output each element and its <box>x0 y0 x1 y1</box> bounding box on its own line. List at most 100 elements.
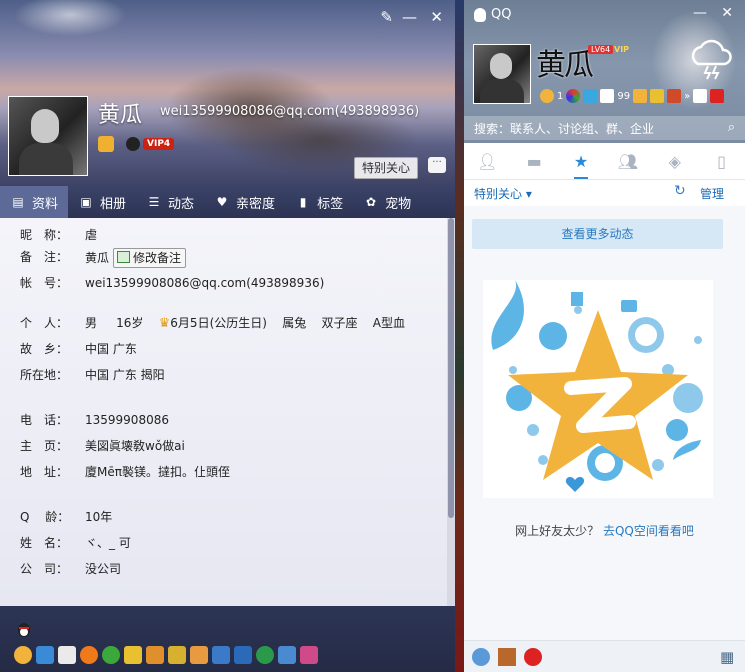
blocks-icon[interactable] <box>300 646 318 664</box>
wallet-icon[interactable] <box>650 89 665 103</box>
refresh-icon[interactable]: ↻ <box>674 183 686 199</box>
field-label: 所在地： <box>20 368 69 382</box>
qq-close-button[interactable]: ✕ <box>721 5 733 21</box>
star-sign: 双子座 <box>321 316 358 330</box>
game-char-icon[interactable] <box>146 646 164 664</box>
mailbox-icon[interactable] <box>710 89 725 103</box>
field-label: 姓 名： <box>20 536 69 550</box>
message-icon: ▬ <box>526 151 542 171</box>
field-label: 故 乡： <box>20 342 69 356</box>
contacts-manager-icon[interactable] <box>472 648 490 666</box>
clover-icon[interactable] <box>102 646 120 664</box>
group-icon: 👥︎ <box>617 151 639 171</box>
book-icon[interactable] <box>124 646 142 664</box>
profile-info: 昵 称： 虐 备 注： 黄瓜 修改备注 帐 号： wei13599908086@qq.c… <box>0 218 447 606</box>
tab-intimacy[interactable]: ♥ 亲密度 <box>204 186 285 218</box>
age: 16岁 <box>116 316 144 330</box>
tab-apps[interactable]: ◈ <box>651 143 698 179</box>
qq-minimize-button[interactable]: — <box>693 5 707 21</box>
minimize-button[interactable]: — <box>402 8 417 26</box>
star-icon[interactable] <box>14 646 32 664</box>
tab-pet[interactable]: ✿ 宠物 <box>353 186 421 218</box>
tab-messages[interactable]: ▬ <box>511 143 558 179</box>
profile-nickname: 黄瓜 <box>98 103 143 128</box>
field-value: 廈Mēπ褧镁。撻扣。仩頭侄 <box>85 465 230 479</box>
phone-icon[interactable] <box>212 646 230 664</box>
vip-tag[interactable]: VIP <box>614 45 629 54</box>
skin-brush-icon[interactable]: ✎ <box>380 8 393 26</box>
drive-icon[interactable] <box>583 89 598 103</box>
book-icon[interactable] <box>498 648 516 666</box>
contacts-icon[interactable] <box>278 646 296 664</box>
special-care-button[interactable]: 特别关心 <box>354 157 418 179</box>
qq-logo: QQ <box>474 7 511 22</box>
main-menu-grid-icon[interactable]: ▦ <box>720 648 738 666</box>
field-label: 电 话： <box>20 413 69 427</box>
shirt-icon[interactable] <box>693 89 708 103</box>
tab-qzone[interactable]: ★ <box>558 143 605 179</box>
tab-phone[interactable]: ▯ <box>698 143 745 179</box>
manage-link[interactable]: 管理 <box>700 185 724 202</box>
star-icon[interactable] <box>540 89 554 103</box>
info-scrollbar[interactable] <box>447 218 455 606</box>
tab-label: 标签 <box>317 196 344 212</box>
mail-icon[interactable] <box>58 646 76 664</box>
close-button[interactable]: ✕ <box>430 8 443 26</box>
expand-chevron-icon[interactable]: » <box>684 91 690 102</box>
qq-header: QQ — ✕ 黄瓜 LV64 VIP 1 99 » 搜索：联系人、讨论组、群、企… <box>464 0 745 143</box>
globe-icon[interactable] <box>256 646 274 664</box>
field-label: Q 龄： <box>20 510 70 524</box>
chat-bubble-icon[interactable]: ··· <box>428 157 446 173</box>
qq-nickname-art[interactable]: 黄瓜 <box>536 40 594 84</box>
avatar[interactable] <box>8 96 88 176</box>
field-value[interactable]: wei13599908086@qq.com(493898936) <box>85 274 324 292</box>
cart-icon[interactable] <box>633 89 648 103</box>
profile-email: wei13599908086@qq.com(493898936) <box>160 104 420 119</box>
profile-header: ✎ — ✕ 黄瓜 wei13599908086@qq.com(493898936… <box>0 0 455 186</box>
edit-remark-label: 修改备注 <box>133 251 182 265</box>
more-feeds-button[interactable]: 查看更多动态 <box>472 219 723 249</box>
vip-badge[interactable]: VIP4 <box>126 137 175 151</box>
search-input[interactable]: 搜索：联系人、讨论组、群、企业 <box>474 120 654 137</box>
face-icon[interactable] <box>190 646 208 664</box>
pet-game-icon[interactable] <box>168 646 186 664</box>
special-care-dropdown[interactable]: 特别关心 ▾ <box>474 185 532 202</box>
tab-tags[interactable]: ▮ 标签 <box>285 186 353 218</box>
field-value: 10年 <box>85 510 113 524</box>
tab-album[interactable]: ▣ 相册 <box>68 186 136 218</box>
qq-avatar[interactable] <box>473 44 531 104</box>
tab-label: 动态 <box>168 196 195 212</box>
empty-feed-message: 网上好友太少？ 去QQ空间看看吧 <box>464 522 745 539</box>
weather-cloud-icon[interactable] <box>686 36 736 80</box>
qzone-link[interactable]: 去QQ空间看看吧 <box>603 524 694 538</box>
game-icon[interactable] <box>667 89 682 103</box>
dropdown-label: 特别关心 <box>474 187 523 201</box>
level-tag[interactable]: LV64 <box>588 45 614 54</box>
special-care-bar: 特别关心 ▾ ↻ 管理 <box>464 180 745 206</box>
field-label: 备 注： <box>20 250 69 264</box>
person-icon: 👤︎ <box>477 151 498 171</box>
qq-search-bar[interactable]: 搜索：联系人、讨论组、群、企业 ⌕ <box>464 116 745 140</box>
qzone-house-icon[interactable] <box>98 136 114 152</box>
pet-icon: ✿ <box>366 194 377 209</box>
profile-window: ✎ — ✕ 黄瓜 wei13599908086@qq.com(493898936… <box>0 0 455 672</box>
tab-groups[interactable]: 👥︎ <box>604 143 651 179</box>
edit-remark-button[interactable]: 修改备注 <box>113 248 187 268</box>
tab-profile[interactable]: ▤ 资料 <box>0 186 69 218</box>
camera-icon[interactable] <box>36 646 54 664</box>
scrollbar-thumb[interactable] <box>448 218 454 518</box>
heart-icon: ♥ <box>216 194 228 209</box>
basket-icon[interactable] <box>234 646 252 664</box>
mail-icon[interactable] <box>600 89 615 103</box>
tab-feed[interactable]: ☰ 动态 <box>136 186 204 218</box>
search-icon[interactable]: ⌕ <box>728 120 735 135</box>
music-icon[interactable] <box>80 646 98 664</box>
colorwheel-icon[interactable] <box>566 89 581 103</box>
tab-contacts[interactable]: 👤︎ <box>464 143 511 179</box>
zodiac: 属兔 <box>282 316 307 330</box>
field-label: 昵 称： <box>20 228 69 242</box>
penguin-icon[interactable] <box>16 622 32 638</box>
field-value: 黄瓜 <box>85 251 110 265</box>
penguin-icon[interactable] <box>524 648 542 666</box>
bookmark-icon: ▮ <box>299 194 307 209</box>
